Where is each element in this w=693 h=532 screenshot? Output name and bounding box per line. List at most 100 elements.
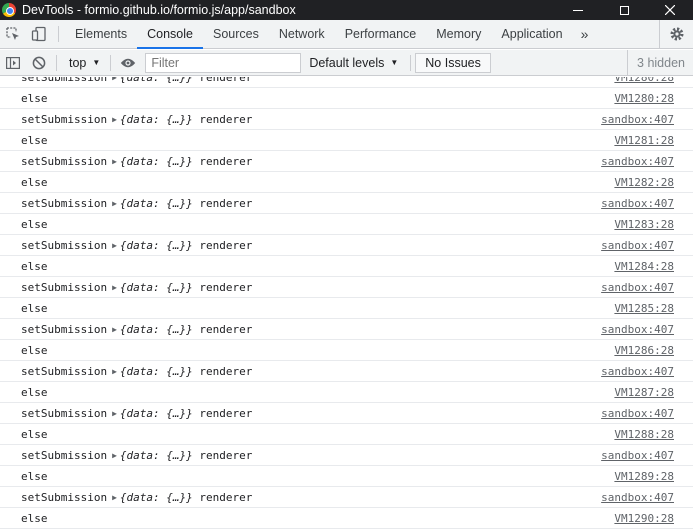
settings-button[interactable] — [659, 20, 693, 48]
console-message-row: setSubmission ▶{data: {…}} renderer sandbo… — [0, 277, 693, 298]
object-preview[interactable]: {data: {…}} — [120, 323, 193, 336]
message-text: else — [21, 470, 48, 483]
object-preview[interactable]: {data: {…}} — [120, 239, 193, 252]
console-message-row: setSubmission ▶{data: {…}} renderer sandbo… — [0, 361, 693, 382]
console-message-row: setSubmission ▶{data: {…}} renderer sandbo… — [0, 109, 693, 130]
minimize-button[interactable] — [555, 0, 601, 20]
message-suffix: renderer — [199, 281, 253, 294]
object-preview[interactable]: {data: {…}} — [120, 365, 193, 378]
issues-button[interactable]: No Issues — [415, 52, 491, 73]
source-link[interactable]: VM1286:28 — [614, 344, 674, 357]
source-link[interactable]: VM1281:28 — [614, 134, 674, 147]
filter-input[interactable] — [145, 52, 302, 73]
message-label: else — [21, 344, 48, 357]
source-link[interactable]: VM1284:28 — [614, 260, 674, 273]
object-preview[interactable]: {data: {…}} — [120, 113, 193, 126]
console-message-row: else VM1285:28 — [0, 298, 693, 319]
console-message-row: else VM1281:28 — [0, 130, 693, 151]
console-message-row: else VM1280:28 — [0, 88, 693, 109]
object-preview[interactable]: {data: {…}} — [120, 449, 193, 462]
source-link[interactable]: VM1282:28 — [614, 176, 674, 189]
expand-object-icon[interactable]: ▶ — [112, 493, 117, 502]
expand-object-icon[interactable]: ▶ — [112, 77, 117, 82]
message-text: setSubmission ▶ {data: {…}} renderer — [21, 407, 252, 420]
message-label: else — [21, 218, 48, 231]
message-label: else — [21, 92, 48, 105]
expand-object-icon[interactable]: ▶ — [112, 367, 117, 376]
tab-elements[interactable]: Elements — [65, 20, 137, 48]
expand-object-icon[interactable]: ▶ — [112, 451, 117, 460]
device-toolbar-button[interactable] — [26, 20, 52, 48]
console-message-row: else VM1284:28 — [0, 256, 693, 277]
tab-memory[interactable]: Memory — [426, 20, 491, 48]
tab-application[interactable]: Application — [491, 20, 572, 48]
object-preview[interactable]: {data: {…}} — [120, 197, 193, 210]
console-messages[interactable]: setSubmission ▶ {data: {…}} renderer VM1280… — [0, 77, 693, 532]
log-levels-dropdown[interactable]: Default levels ▼ — [301, 50, 406, 76]
expand-object-icon[interactable]: ▶ — [112, 199, 117, 208]
expand-object-icon[interactable]: ▶ — [112, 409, 117, 418]
tab-performance[interactable]: Performance — [335, 20, 427, 48]
object-preview[interactable]: {data: {…}} — [120, 155, 193, 168]
source-link[interactable]: VM1283:28 — [614, 218, 674, 231]
message-label: setSubmission — [21, 281, 108, 294]
expand-object-icon[interactable]: ▶ — [112, 283, 117, 292]
source-link[interactable]: sandbox:407 — [601, 113, 674, 126]
source-link[interactable]: sandbox:407 — [601, 449, 674, 462]
expand-object-icon[interactable]: ▶ — [112, 115, 117, 124]
message-label: setSubmission — [21, 239, 108, 252]
message-text: setSubmission ▶ {data: {…}} renderer — [21, 281, 252, 294]
more-tabs-button[interactable]: » — [573, 20, 597, 48]
expand-object-icon[interactable]: ▶ — [112, 157, 117, 166]
live-expression-button[interactable] — [115, 50, 141, 76]
source-link[interactable]: sandbox:407 — [601, 281, 674, 294]
tab-sources[interactable]: Sources — [203, 20, 269, 48]
message-suffix: renderer — [199, 77, 253, 84]
message-label: setSubmission — [21, 113, 108, 126]
context-selector[interactable]: top ▼ — [61, 50, 106, 76]
inspect-element-button[interactable] — [0, 20, 26, 48]
console-message-row: setSubmission ▶ {data: {…}} renderer VM1280… — [0, 77, 693, 88]
tab-network[interactable]: Network — [269, 20, 335, 48]
source-link[interactable]: VM1288:28 — [614, 428, 674, 441]
window-title: DevTools - formio.github.io/formio.js/ap… — [22, 3, 296, 17]
object-preview[interactable]: {data: {…}} — [120, 407, 193, 420]
object-preview[interactable]: {data: {…}} — [120, 281, 193, 294]
message-label: else — [21, 512, 48, 525]
source-link[interactable]: VM1280:28 — [614, 77, 674, 84]
source-link[interactable]: VM1290:28 — [614, 512, 674, 525]
tab-divider — [58, 26, 59, 42]
source-link[interactable]: sandbox:407 — [601, 239, 674, 252]
hidden-messages-count: 3 hidden — [627, 50, 693, 76]
source-link[interactable]: sandbox:407 — [601, 323, 674, 336]
source-link[interactable]: sandbox:407 — [601, 407, 674, 420]
message-label: else — [21, 470, 48, 483]
expand-object-icon[interactable]: ▶ — [112, 241, 117, 250]
source-link[interactable]: sandbox:407 — [601, 491, 674, 504]
source-link[interactable]: sandbox:407 — [601, 197, 674, 210]
gear-icon — [670, 27, 683, 41]
clear-console-icon — [32, 56, 46, 69]
log-levels-label: Default levels — [309, 55, 385, 70]
source-link[interactable]: VM1287:28 — [614, 386, 674, 399]
source-link[interactable]: sandbox:407 — [601, 365, 674, 378]
console-message-row: else VM1289:28 — [0, 466, 693, 487]
source-link[interactable]: sandbox:407 — [601, 155, 674, 168]
source-link[interactable]: VM1280:28 — [614, 92, 674, 105]
source-link[interactable]: VM1285:28 — [614, 302, 674, 315]
expand-object-icon[interactable]: ▶ — [112, 325, 117, 334]
message-text: setSubmission ▶ {data: {…}} renderer — [21, 77, 252, 84]
maximize-button[interactable] — [601, 0, 647, 20]
console-message-row: else VM1287:28 — [0, 382, 693, 403]
tab-console[interactable]: Console — [137, 20, 203, 49]
show-sidebar-button[interactable] — [0, 50, 26, 76]
console-message-row: else VM1282:28 — [0, 172, 693, 193]
clear-console-button[interactable] — [26, 50, 52, 76]
object-preview[interactable]: {data: {…}} — [120, 77, 193, 84]
source-link[interactable]: VM1289:28 — [614, 470, 674, 483]
message-text: else — [21, 512, 48, 525]
message-text: setSubmission ▶ {data: {…}} renderer — [21, 239, 252, 252]
close-button[interactable] — [647, 0, 693, 20]
object-preview[interactable]: {data: {…}} — [120, 491, 193, 504]
close-icon — [665, 5, 675, 15]
